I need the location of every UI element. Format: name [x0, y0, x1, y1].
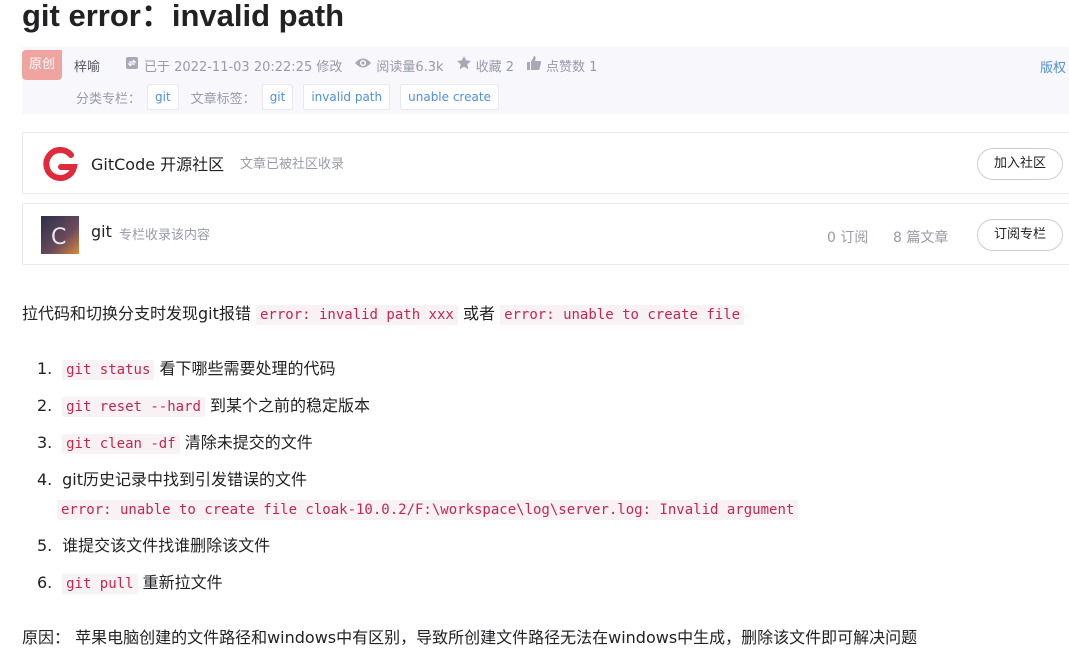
- author-name[interactable]: 梓喻: [74, 56, 100, 75]
- svg-text:C: C: [51, 225, 66, 250]
- list-item: 6. git pull 重新拉文件: [37, 571, 223, 596]
- update-info: 已于 2022-11-03 20:22:25 修改: [124, 55, 342, 75]
- favorite-count-text: 收藏 2: [475, 59, 514, 75]
- list-item: 5. 谁提交该文件找谁删除该文件: [37, 534, 270, 558]
- list-text: 看下哪些需要处理的代码: [159, 359, 336, 378]
- list-item: 4. git历史记录中找到引发错误的文件: [37, 468, 307, 492]
- list-number: 3.: [37, 433, 53, 452]
- subscribe-column-button[interactable]: 订阅专栏: [976, 219, 1063, 251]
- inline-code: error: invalid path xxx: [255, 305, 458, 325]
- original-badge: 原创: [22, 50, 62, 80]
- thumb-up-icon: [526, 55, 542, 75]
- update-icon: [124, 55, 140, 75]
- list-number: 1.: [37, 359, 53, 378]
- reason-paragraph: 原因： 苹果电脑创建的文件路径和windows中有区别，导致所创建文件路径无法在…: [22, 628, 918, 647]
- list-number: 4.: [37, 470, 53, 489]
- like-count[interactable]: 点赞数 1: [526, 55, 597, 75]
- column-subtitle: 专栏收录该内容: [119, 228, 211, 243]
- update-text: 已于 2022-11-03 20:22:25 修改: [144, 59, 343, 75]
- join-community-button[interactable]: 加入社区: [976, 148, 1063, 180]
- gitcode-logo[interactable]: [41, 145, 79, 183]
- like-count-text: 点赞数 1: [545, 59, 598, 75]
- list-text: git历史记录中找到引发错误的文件: [62, 470, 307, 489]
- list-item: 1. git status 看下哪些需要处理的代码: [37, 357, 336, 382]
- article-title: git error：invalid path: [22, 0, 345, 33]
- intro-paragraph: 拉代码和切换分支时发现git报错 error: invalid path xxx…: [22, 302, 745, 327]
- column-name[interactable]: git: [91, 222, 112, 241]
- community-subtitle: 文章已被社区收录: [240, 157, 345, 172]
- meta-line: 梓喻 已于 2022-11-03 20:22:25 修改 阅读量6.3k 收藏 …: [74, 55, 609, 75]
- column-articles: 8 篇文章: [893, 230, 949, 246]
- community-card: GitCode 开源社区 文章已被社区收录 加入社区: [22, 132, 1069, 194]
- inline-code: git clean -df: [62, 434, 180, 454]
- eye-icon: [354, 56, 372, 74]
- inline-code: error: unable to create file cloak-10.0.…: [57, 500, 799, 520]
- list-item: 2. git reset --hard 到某个之前的稳定版本: [37, 394, 370, 419]
- star-icon: [456, 55, 472, 75]
- article-tag[interactable]: invalid path: [303, 84, 391, 110]
- community-name[interactable]: GitCode 开源社区: [91, 151, 224, 175]
- list-number: 2.: [37, 396, 53, 415]
- article-tag[interactable]: git: [261, 84, 294, 110]
- column-card: C git 专栏收录该内容 0 订阅 8 篇文章 订阅专栏: [22, 203, 1069, 265]
- column-cover[interactable]: C: [41, 216, 79, 254]
- tags-label: 文章标签：: [190, 91, 256, 107]
- column-label: 分类专栏：: [76, 91, 142, 107]
- column-tag[interactable]: git: [147, 84, 179, 110]
- list-number: 5.: [37, 536, 53, 555]
- tags-line: 分类专栏： git 文章标签： git invalid path unable …: [74, 84, 509, 110]
- column-subscribers: 0 订阅: [827, 230, 869, 246]
- copyright-link[interactable]: 版权: [1040, 57, 1066, 76]
- inline-code: error: unable to create file: [500, 305, 745, 325]
- inline-code: git status: [62, 360, 155, 380]
- favorite-count[interactable]: 收藏 2: [456, 55, 514, 75]
- intro-or: 或者: [462, 304, 495, 323]
- intro-text: 拉代码和切换分支时发现git报错: [22, 304, 251, 323]
- inline-code: git reset --hard: [62, 397, 205, 417]
- list-text: 重新拉文件: [142, 573, 223, 592]
- list-text: 谁提交该文件找谁删除该文件: [62, 536, 271, 555]
- view-count: 阅读量6.3k: [354, 56, 444, 75]
- view-count-text: 阅读量6.3k: [376, 59, 444, 75]
- list-text: 到某个之前的稳定版本: [210, 396, 371, 415]
- list-number: 6.: [37, 573, 53, 592]
- inline-code: git pull: [62, 574, 138, 594]
- list-item: 3. git clean -df 清除未提交的文件: [37, 431, 313, 456]
- list-text: 清除未提交的文件: [184, 433, 313, 452]
- article-meta: 原创 梓喻 已于 2022-11-03 20:22:25 修改 阅读量6.3k …: [22, 47, 1069, 114]
- list-item-code: error: unable to create file cloak-10.0.…: [57, 497, 799, 522]
- article-tag[interactable]: unable create: [400, 84, 499, 110]
